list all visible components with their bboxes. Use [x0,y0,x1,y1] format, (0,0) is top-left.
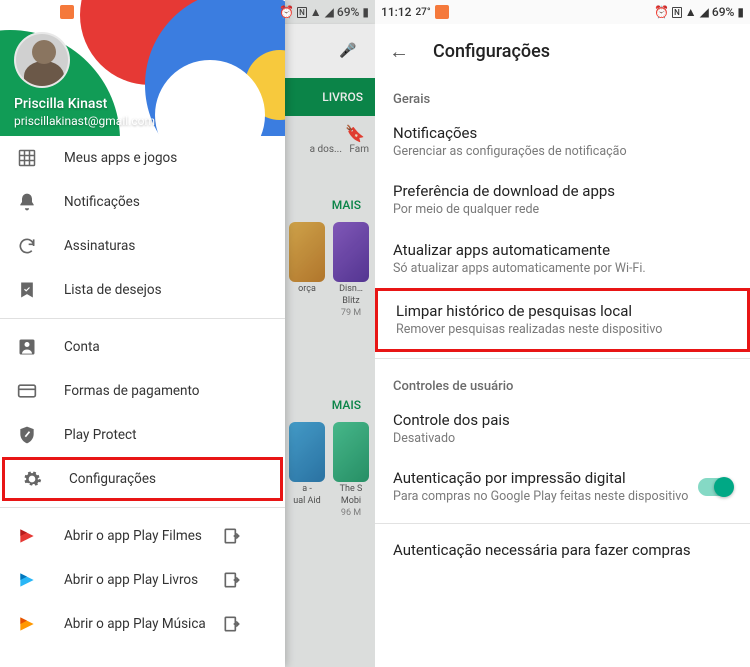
menu-open-play-movies[interactable]: Abrir o app Play Filmes [0,514,285,558]
app-bar: ← Configurações [375,24,750,78]
toggle-switch[interactable] [698,478,732,496]
divider [0,318,285,319]
divider [375,523,750,524]
left-screenshot: 🎤 LIVROS 🔖 a dos... Fam MAIS orça Disn…B… [0,0,375,667]
grid-icon [16,147,38,169]
wifi-icon: ▲ [685,5,697,19]
setting-title: Atualizar apps automaticamente [393,241,732,259]
bookmark-check-icon [16,279,38,301]
menu-label: Conta [64,339,100,355]
setting-title: Limpar histórico de pesquisas local [396,302,729,320]
battery-text: 69% [712,5,734,19]
open-external-icon [221,569,243,591]
setting-subtitle: Gerenciar as configurações de notificaçã… [393,144,732,160]
setting-parental-controls[interactable]: Controle dos pais Desativado [375,400,750,458]
menu-label: Notificações [64,194,140,210]
section-header-user-controls: Controles de usuário [375,365,750,400]
status-temp: 27° [40,7,55,18]
menu-label: Assinaturas [64,238,135,254]
menu-label: Play Protect [64,427,137,443]
status-temp: 27° [415,7,430,18]
menu-settings[interactable]: Configurações [2,457,283,501]
nfc-icon: N [672,7,682,18]
menu-label: Formas de pagamento [64,383,200,399]
menu-label: Configurações [69,471,156,487]
menu-my-apps[interactable]: Meus apps e jogos [0,136,285,180]
menu-open-play-music[interactable]: Abrir o app Play Música [0,602,285,646]
signal-icon: ◢ [700,5,709,19]
status-bar: 11:11 27° [0,0,285,24]
menu-notifications[interactable]: Notificações [0,180,285,224]
navigation-drawer: 11:11 27° Priscilla Kinast priscillakina… [0,0,285,667]
menu-label: Abrir o app Play Música [64,616,206,632]
card-icon [16,380,38,402]
play-movies-icon [16,525,38,547]
setting-subtitle: Remover pesquisas realizadas neste dispo… [396,322,729,338]
alarm-icon: ⏰ [654,5,669,19]
setting-subtitle: Só atualizar apps automaticamente por Wi… [393,261,732,277]
divider [375,358,750,359]
menu-label: Abrir o app Play Filmes [64,528,202,544]
status-time: 11:11 [6,5,36,19]
setting-subtitle: Por meio de qualquer rede [393,202,732,218]
menu-label: Lista de desejos [64,282,162,298]
battery-icon: ▮ [737,5,744,19]
menu-label: Abrir o app Play Livros [64,572,198,588]
divider [0,507,285,508]
setting-purchase-auth[interactable]: Autenticação necessária para fazer compr… [375,530,750,559]
right-screenshot: 11:12 27° ⏰ N ▲ ◢ 69% ▮ ← Configurações … [375,0,750,667]
setting-clear-search-history[interactable]: Limpar histórico de pesquisas local Remo… [375,288,750,352]
setting-title: Preferência de download de apps [393,182,732,200]
open-external-icon [221,525,243,547]
setting-title: Controle dos pais [393,411,732,429]
page-title: Configurações [433,41,550,62]
setting-notifications[interactable]: Notificações Gerenciar as configurações … [375,113,750,171]
refresh-icon [16,235,38,257]
section-header-general: Gerais [375,78,750,113]
menu-label: Meus apps e jogos [64,150,177,166]
setting-fingerprint-auth[interactable]: Autenticação por impressão digital Para … [375,458,750,516]
play-books-icon [16,569,38,591]
play-music-icon [16,613,38,635]
user-name: Priscilla Kinast [14,96,107,112]
setting-title: Autenticação por impressão digital [393,469,698,487]
avatar[interactable] [14,32,70,88]
status-time: 11:12 [381,5,411,19]
menu-play-protect[interactable]: Play Protect [0,413,285,457]
setting-subtitle: Desativado [393,431,732,447]
menu-wishlist[interactable]: Lista de desejos [0,268,285,312]
back-arrow-icon[interactable]: ← [389,39,409,64]
account-icon [16,336,38,358]
status-bar: 11:12 27° ⏰ N ▲ ◢ 69% ▮ [375,0,750,24]
notification-app-icon [60,5,74,19]
menu-account[interactable]: Conta [0,325,285,369]
setting-title: Autenticação necessária para fazer compr… [393,541,732,559]
menu-subscriptions[interactable]: Assinaturas [0,224,285,268]
setting-title: Notificações [393,124,732,142]
menu-payment[interactable]: Formas de pagamento [0,369,285,413]
setting-download-preference[interactable]: Preferência de download de apps Por meio… [375,171,750,229]
gear-icon [21,468,43,490]
setting-subtitle: Para compras no Google Play feitas neste… [393,489,698,505]
menu-open-play-books[interactable]: Abrir o app Play Livros [0,558,285,602]
open-external-icon [221,613,243,635]
notification-app-icon [435,5,449,19]
setting-auto-update[interactable]: Atualizar apps automaticamente Só atuali… [375,230,750,288]
shield-icon [16,424,38,446]
bell-icon [16,191,38,213]
user-email: priscillakinast@gmail.com [14,114,155,128]
